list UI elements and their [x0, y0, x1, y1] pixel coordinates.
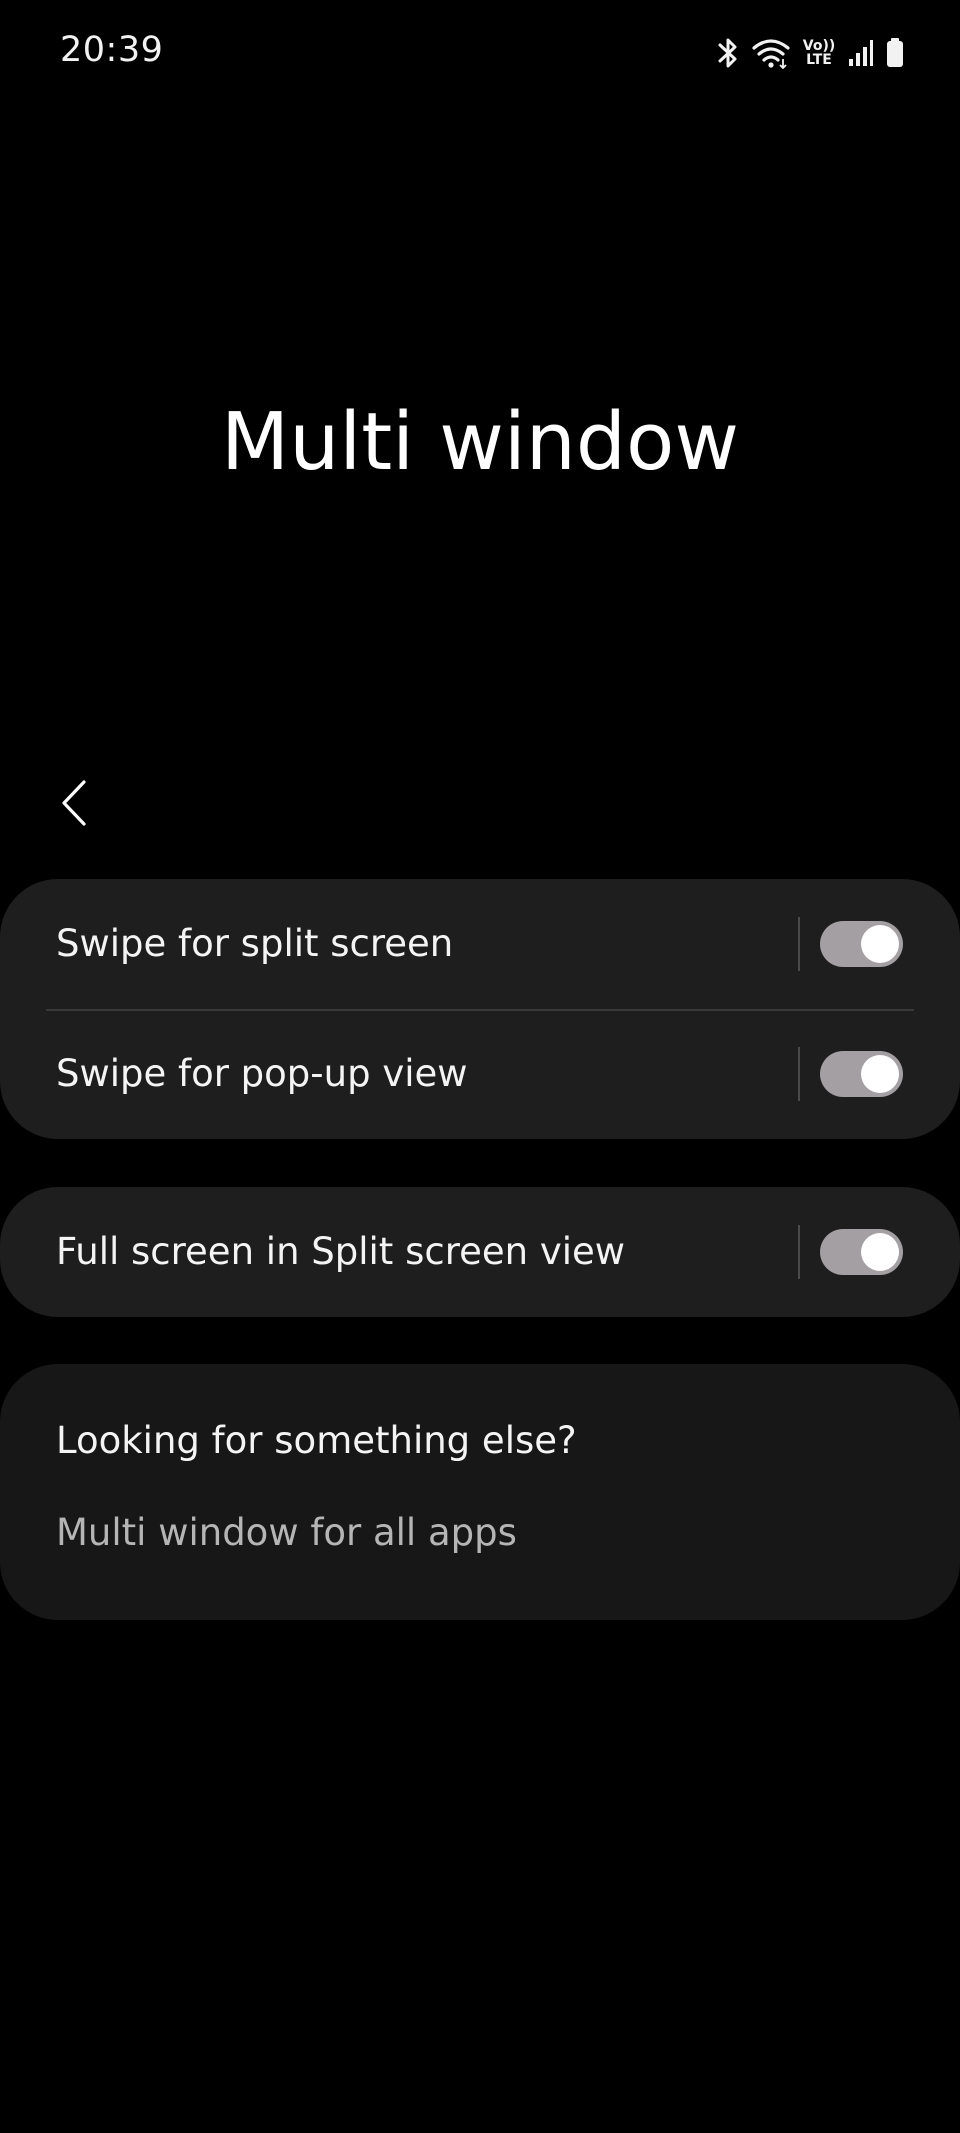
back-button[interactable] — [44, 770, 104, 840]
setting-full-screen-split-view[interactable]: Full screen in Split screen view — [0, 1187, 960, 1317]
swipe-popup-view-toggle[interactable] — [820, 1051, 903, 1097]
setting-label: Swipe for pop-up view — [56, 1052, 468, 1095]
volte-icon: Vo)) LTE — [802, 39, 836, 67]
status-bar: 20:39 Vo)) LTE — [0, 0, 960, 104]
setting-swipe-popup-view[interactable]: Swipe for pop-up view — [0, 1009, 960, 1139]
setting-label: Full screen in Split screen view — [56, 1230, 626, 1273]
row-divider — [798, 1047, 800, 1101]
setting-label: Swipe for split screen — [56, 922, 454, 965]
volte-bottom-text: LTE — [806, 52, 832, 68]
row-divider — [798, 1225, 800, 1279]
toggle-knob — [861, 1233, 899, 1271]
status-icons: Vo)) LTE — [716, 33, 904, 73]
chevron-left-icon — [59, 778, 89, 832]
row-divider — [798, 917, 800, 971]
settings-card-full-screen: Full screen in Split screen view — [0, 1187, 960, 1317]
toggle-knob — [861, 925, 899, 963]
battery-icon — [886, 38, 904, 68]
page-title: Multi window — [221, 396, 739, 488]
suggestions-card: Looking for something else? Multi window… — [0, 1364, 960, 1620]
setting-swipe-split-screen[interactable]: Swipe for split screen — [0, 879, 960, 1009]
swipe-split-screen-toggle[interactable] — [820, 921, 903, 967]
bluetooth-icon — [716, 36, 740, 70]
signal-icon — [848, 39, 874, 67]
full-screen-split-view-toggle[interactable] — [820, 1229, 903, 1275]
toggle-knob — [861, 1055, 899, 1093]
volte-top-text: Vo)) — [802, 38, 836, 54]
wifi-icon — [752, 37, 790, 69]
suggestions-heading: Looking for something else? — [56, 1419, 577, 1462]
settings-card-gestures: Swipe for split screen Swipe for pop-up … — [0, 879, 960, 1139]
multi-window-all-apps-link[interactable]: Multi window for all apps — [56, 1508, 517, 1558]
status-time: 20:39 — [60, 30, 164, 70]
